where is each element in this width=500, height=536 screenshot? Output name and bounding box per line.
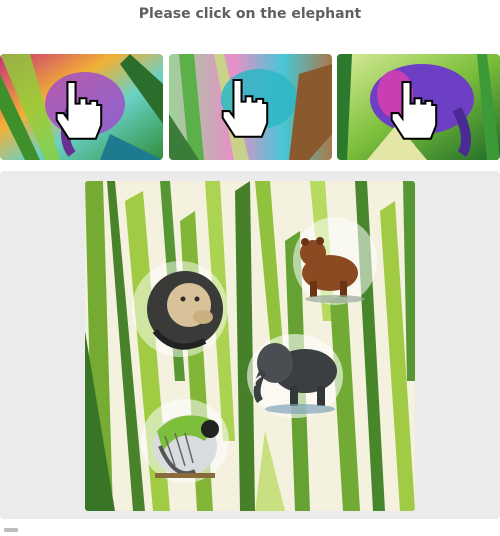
example-image-2 xyxy=(169,54,332,160)
footer-indicator xyxy=(240,528,262,533)
hand-pointer-icon xyxy=(390,80,438,140)
challenge-panel xyxy=(0,171,500,519)
hand-pointer-icon xyxy=(55,80,103,140)
footer-controls xyxy=(0,528,500,536)
elephant-animal xyxy=(247,334,343,418)
bear-animal xyxy=(293,217,377,305)
example-image-1 xyxy=(0,54,163,160)
lion-animal xyxy=(132,261,228,357)
challenge-image[interactable] xyxy=(85,181,415,511)
parrot-animal xyxy=(141,399,229,483)
hand-pointer-icon xyxy=(221,78,269,138)
example-images-row xyxy=(0,54,500,160)
challenge-prompt: Please click on the elephant xyxy=(138,6,362,22)
footer-left-mark xyxy=(4,528,18,532)
captcha-page: Please click on the elephant xyxy=(0,0,500,536)
example-image-3 xyxy=(337,54,500,160)
